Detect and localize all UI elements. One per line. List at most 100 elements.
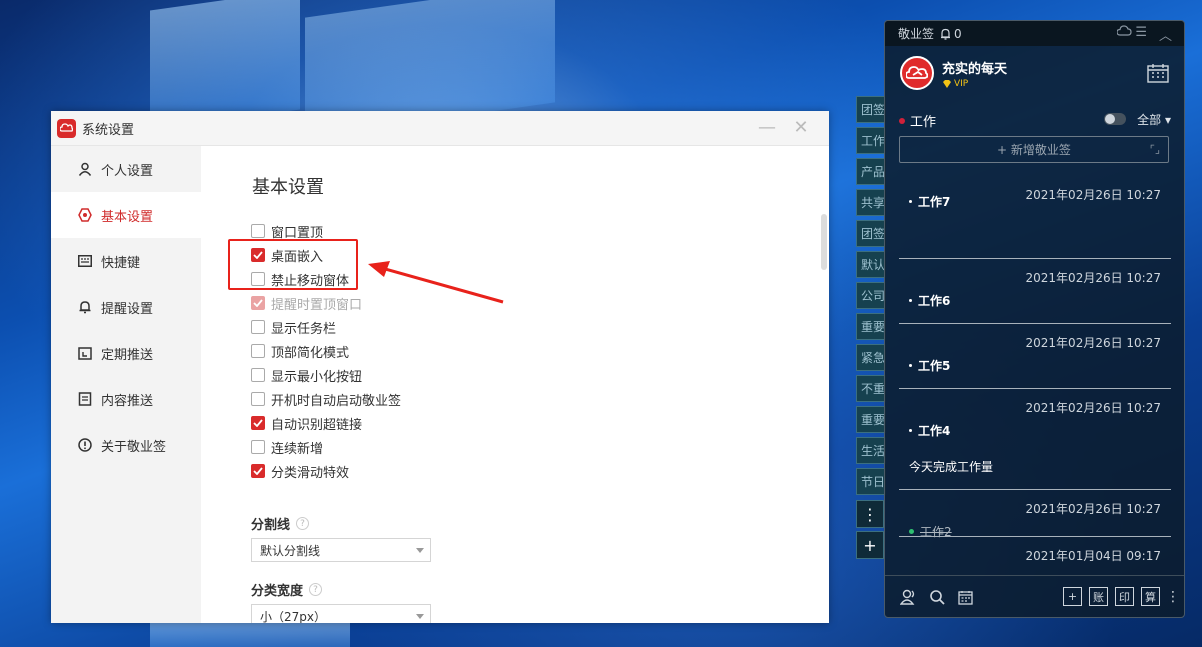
note-item[interactable]: 2021年02月26日 10:27 工作4 今天完成工作量 <box>899 389 1171 490</box>
checkmark-icon <box>253 299 263 307</box>
accounts-button[interactable]: 账 <box>1089 587 1108 606</box>
nav-item-basic[interactable]: 基本设置 <box>51 192 201 238</box>
note-title: 工作4 <box>909 422 950 439</box>
note-list: 2021年02月26日 10:27 工作7 2021年02月26日 10:27 工作6… <box>899 176 1171 576</box>
option-row[interactable]: 自动识别超链接 <box>251 411 401 435</box>
option-row[interactable]: 开机时自动启动敬业签 <box>251 387 401 411</box>
cloud-sync-icon[interactable] <box>1116 25 1132 40</box>
option-row[interactable]: 顶部简化模式 <box>251 339 401 363</box>
note-date: 2021年02月26日 10:27 <box>1025 271 1161 285</box>
expand-icon[interactable]: ⌜⌟ <box>1150 143 1160 156</box>
note-title-text: 工作6 <box>918 294 951 308</box>
add-button[interactable]: + <box>1063 587 1082 606</box>
category-tab[interactable]: 节日 <box>856 468 886 495</box>
nav-item-reminders[interactable]: 提醒设置 <box>51 284 201 330</box>
note-item[interactable]: 2021年02月26日 10:27 工作2 <box>899 490 1171 539</box>
filter-dropdown[interactable]: 全部 ▾ <box>1137 111 1171 128</box>
category-tab[interactable]: 工作 <box>856 127 886 154</box>
category-header: 工作 全部 ▾ <box>899 111 1171 130</box>
calculator-button[interactable]: 算 <box>1141 587 1160 606</box>
close-button[interactable]: ✕ <box>789 117 813 138</box>
option-row[interactable]: 连续新增 <box>251 435 401 459</box>
nav-label: 关于敬业签 <box>101 439 167 455</box>
new-note-label: 新增敬业签 <box>1010 143 1071 157</box>
checkbox[interactable] <box>251 392 265 406</box>
settings-content: 基本设置 窗口置顶 桌面嵌入 禁止移动窗体 提醒时置顶窗口 显示任务栏 顶部简化模式 显示最… <box>201 146 829 623</box>
category-tab[interactable]: 产品 <box>856 158 886 185</box>
divider-select[interactable]: 默认分割线 <box>251 538 431 562</box>
option-row[interactable]: 分类滑动特效 <box>251 459 401 483</box>
note-item[interactable]: 2021年02月26日 10:27 工作6 <box>899 259 1171 324</box>
width-label: 分类宽度 ? <box>251 580 323 599</box>
category-tab[interactable]: 紧急 <box>856 344 886 371</box>
panel-bottombar: + 账 印 算 ⋮ <box>885 575 1184 617</box>
width-select[interactable]: 小（27px） <box>251 604 431 623</box>
width-label-text: 分类宽度 <box>251 584 304 599</box>
category-tab[interactable]: 重要 <box>856 313 886 340</box>
panel-topbar[interactable]: 敬业签 0 ☰ ︿ <box>885 21 1184 46</box>
calendar-icon[interactable] <box>956 588 974 606</box>
settings-titlebar[interactable]: 系统设置 — ✕ <box>51 111 829 146</box>
checkbox[interactable] <box>251 440 265 454</box>
help-icon[interactable]: ? <box>309 583 323 596</box>
minimize-button[interactable]: — <box>755 117 779 138</box>
note-item[interactable]: 2021年01月04日 09:17 <box>899 537 1171 576</box>
nav-item-scheduled-push[interactable]: 定期推送 <box>51 330 201 376</box>
note-item[interactable]: 2021年02月26日 10:27 工作7 <box>899 176 1171 259</box>
category-tab[interactable]: 重要 <box>856 406 886 433</box>
option-label: 窗口置顶 <box>271 225 324 241</box>
category-tab[interactable]: 共享 <box>856 189 886 216</box>
checkbox[interactable] <box>251 296 265 310</box>
checkbox[interactable] <box>251 464 265 478</box>
checkbox[interactable] <box>251 344 265 358</box>
arrow-annotation-icon <box>368 261 504 304</box>
category-tab[interactable]: 团签 <box>856 96 886 123</box>
option-label: 自动识别超链接 <box>271 417 363 433</box>
more-categories-button[interactable]: ⋮ <box>856 500 884 528</box>
bell-icon[interactable] <box>940 28 951 40</box>
nav-item-personal[interactable]: 个人设置 <box>51 146 201 192</box>
category-tab[interactable]: 默认 <box>856 251 886 278</box>
new-note-button[interactable]: + 新增敬业签 ⌜⌟ <box>899 136 1169 163</box>
chevron-down-icon <box>416 548 424 553</box>
document-icon <box>77 391 93 407</box>
add-category-button[interactable]: + <box>856 531 884 559</box>
nav-item-content-push[interactable]: 内容推送 <box>51 376 201 422</box>
diamond-icon <box>943 79 951 88</box>
checkbox[interactable] <box>251 368 265 382</box>
app-logo-icon <box>57 118 76 138</box>
avatar[interactable] <box>900 56 934 90</box>
scrollbar[interactable] <box>821 214 827 270</box>
search-icon[interactable] <box>928 588 946 606</box>
category-tab[interactable]: 生活 <box>856 437 886 464</box>
user-profile[interactable]: 充实的每天 VIP <box>900 56 1007 90</box>
note-item[interactable]: 2021年02月26日 10:27 工作5 <box>899 324 1171 389</box>
print-button[interactable]: 印 <box>1115 587 1134 606</box>
checkbox[interactable] <box>251 320 265 334</box>
collapse-icon[interactable]: ︿ <box>1159 25 1172 44</box>
category-tab[interactable]: 团签 <box>856 220 886 247</box>
option-row[interactable]: 显示最小化按钮 <box>251 363 401 387</box>
contacts-icon[interactable] <box>900 588 918 606</box>
divider-select-value: 默认分割线 <box>260 543 321 558</box>
checkbox[interactable] <box>251 224 265 238</box>
category-tab[interactable]: 公司 <box>856 282 886 309</box>
filter-value: 全部 <box>1137 113 1162 127</box>
note-title: 工作6 <box>909 292 950 309</box>
more-icon[interactable]: ⋮ <box>1164 588 1182 606</box>
settings-window: 系统设置 — ✕ 个人设置 基本设置 快捷键 提醒设置 定期推送 内容推送 关于… <box>51 111 829 623</box>
option-row[interactable]: 显示任务栏 <box>251 315 401 339</box>
calendar-button[interactable] <box>1147 63 1169 87</box>
checkbox[interactable] <box>251 416 265 430</box>
nav-item-shortcuts[interactable]: 快捷键 <box>51 238 201 284</box>
category-tab[interactable]: 不重 <box>856 375 886 402</box>
notes-panel: 敬业签 0 ☰ ︿ 充实的每天 VIP 工作 全部 ▾ + 新增敬业签 ⌜⌟ 2… <box>884 20 1185 618</box>
chevron-down-icon <box>416 614 424 619</box>
help-icon[interactable]: ? <box>296 517 310 530</box>
menu-icon[interactable]: ☰ <box>1135 25 1147 40</box>
person-icon <box>77 161 93 177</box>
toggle-switch[interactable] <box>1104 113 1126 125</box>
nav-item-about[interactable]: 关于敬业签 <box>51 422 201 468</box>
note-title: 工作5 <box>909 357 950 374</box>
calendar-icon <box>1147 64 1169 83</box>
